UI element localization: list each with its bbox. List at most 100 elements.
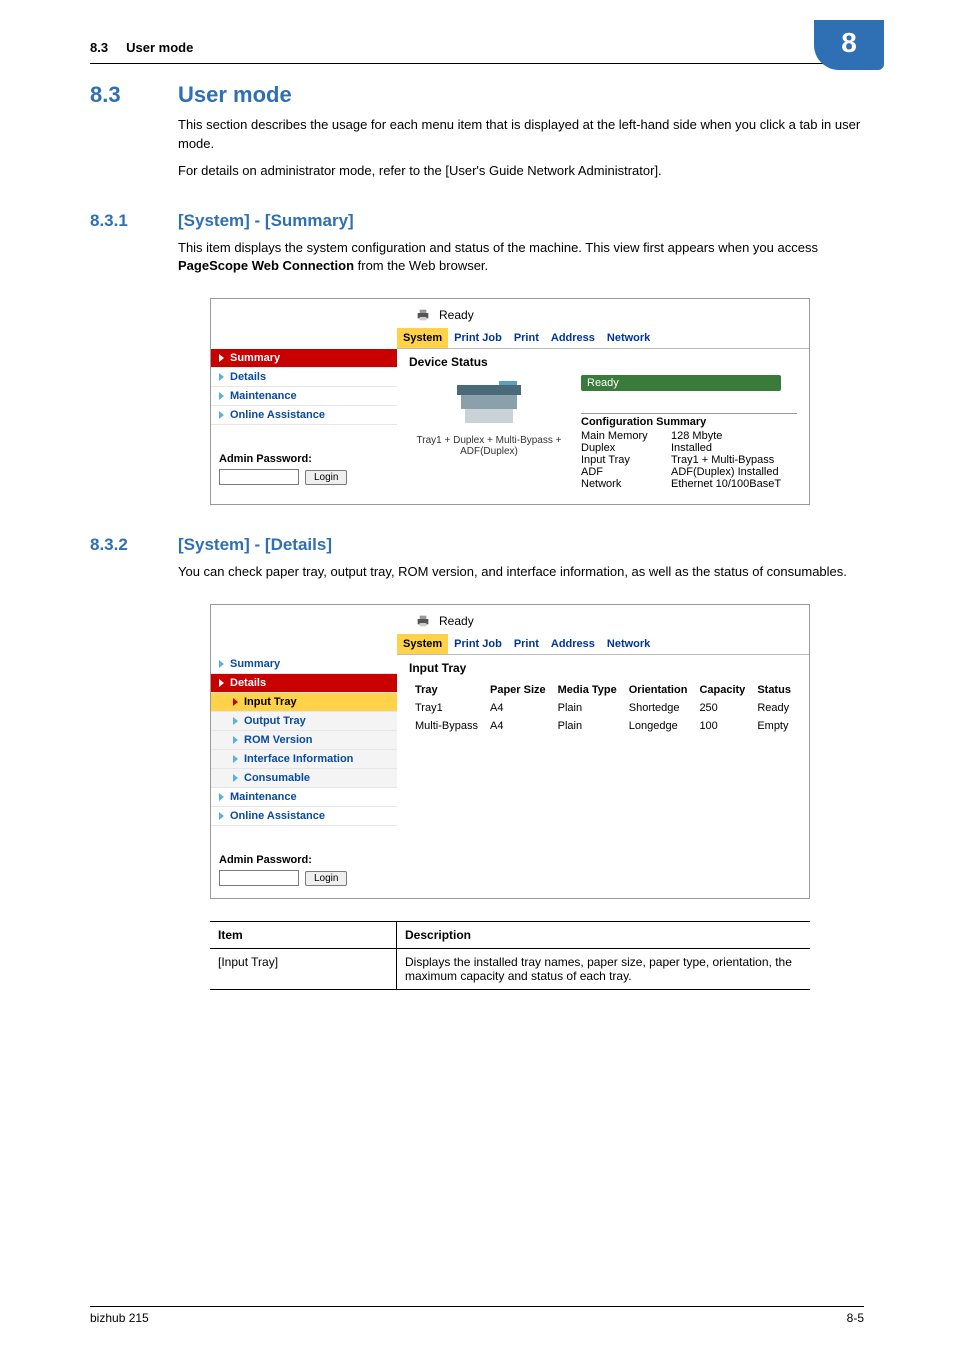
th-description: Description: [397, 922, 811, 949]
sidebar-item-output-tray[interactable]: Output Tray: [211, 712, 397, 731]
tab-network[interactable]: Network: [601, 634, 656, 654]
cell-media-type: Plain: [552, 699, 623, 717]
chevron-right-icon: [219, 660, 224, 668]
sidebar-item-label: Interface Information: [244, 753, 353, 765]
conf-key: ADF: [581, 466, 671, 478]
input-tray-table: Tray Paper Size Media Type Orientation C…: [409, 681, 797, 735]
cell-item: [Input Tray]: [210, 949, 397, 990]
paragraph: For details on administrator mode, refer…: [178, 162, 864, 181]
chevron-right-icon: [233, 755, 238, 763]
h3-number: 8.3.1: [90, 211, 150, 231]
conf-value: 128 Mbyte: [671, 430, 722, 442]
tab-print-job[interactable]: Print Job: [448, 328, 508, 348]
screenshot-summary: Ready System Print Job Print Address Net…: [210, 298, 810, 505]
sidebar-item-label: Online Assistance: [230, 409, 325, 421]
cell-capacity: 250: [693, 699, 751, 717]
admin-password-input[interactable]: [219, 870, 299, 886]
conf-value: ADF(Duplex) Installed: [671, 466, 779, 478]
cell-capacity: 100: [693, 717, 751, 735]
item-description-table: Item Description [Input Tray] Displays t…: [210, 921, 810, 990]
sidebar-item-online-assistance[interactable]: Online Assistance: [211, 406, 397, 425]
cell-tray: Tray1: [409, 699, 484, 717]
divider: [90, 63, 864, 64]
sidebar-item-summary[interactable]: Summary: [211, 655, 397, 674]
cell-tray: Multi-Bypass: [409, 717, 484, 735]
cell-orientation: Longedge: [623, 717, 694, 735]
th-media-type: Media Type: [552, 681, 623, 699]
sidebar-item-interface-information[interactable]: Interface Information: [211, 750, 397, 769]
chevron-right-icon: [233, 698, 238, 706]
chevron-right-icon: [219, 411, 224, 419]
sidebar-item-online-assistance[interactable]: Online Assistance: [211, 807, 397, 826]
sidebar-item-maintenance[interactable]: Maintenance: [211, 387, 397, 406]
printer-icon: [415, 613, 431, 629]
conf-value: Ethernet 10/100BaseT: [671, 478, 781, 490]
sidebar-item-label: Maintenance: [230, 791, 297, 803]
sidebar-item-label: Input Tray: [244, 696, 297, 708]
chapter-number: 8: [841, 27, 857, 59]
chevron-right-icon: [219, 392, 224, 400]
sidebar-item-label: Online Assistance: [230, 810, 325, 822]
table-row: Multi-Bypass A4 Plain Longedge 100 Empty: [409, 717, 797, 735]
breadcrumb-section-name: User mode: [126, 40, 193, 55]
admin-password-input[interactable]: [219, 469, 299, 485]
th-item: Item: [210, 922, 397, 949]
table-row: Tray1 A4 Plain Shortedge 250 Ready: [409, 699, 797, 717]
admin-password-label: Admin Password:: [219, 453, 389, 465]
footer-page: 8-5: [847, 1311, 864, 1325]
breadcrumb-section-no: 8.3: [90, 40, 108, 55]
device-caption-line1: Tray1 + Duplex + Multi-Bypass +: [409, 435, 569, 446]
h2-number: 8.3: [90, 82, 150, 108]
paragraph: You can check paper tray, output tray, R…: [178, 563, 864, 582]
tab-address[interactable]: Address: [545, 328, 601, 348]
paragraph: This section describes the usage for eac…: [178, 116, 864, 154]
sidebar-item-label: Details: [230, 371, 266, 383]
sidebar-item-input-tray[interactable]: Input Tray: [211, 693, 397, 712]
tab-print[interactable]: Print: [508, 328, 545, 348]
conf-key: Main Memory: [581, 430, 671, 442]
cell-orientation: Shortedge: [623, 699, 694, 717]
chevron-right-icon: [219, 793, 224, 801]
sidebar-item-summary[interactable]: Summary: [211, 349, 397, 368]
chevron-right-icon: [219, 812, 224, 820]
th-capacity: Capacity: [693, 681, 751, 699]
printer-icon: [415, 307, 431, 323]
sidebar-item-details[interactable]: Details: [211, 674, 397, 693]
tab-address[interactable]: Address: [545, 634, 601, 654]
login-button[interactable]: Login: [305, 871, 347, 886]
tab-network[interactable]: Network: [601, 328, 656, 348]
sidebar-item-label: Details: [230, 677, 266, 689]
sidebar-item-maintenance[interactable]: Maintenance: [211, 788, 397, 807]
tab-print[interactable]: Print: [508, 634, 545, 654]
chevron-right-icon: [219, 679, 224, 687]
tab-system[interactable]: System: [397, 328, 448, 348]
th-paper-size: Paper Size: [484, 681, 552, 699]
panel-title: Device Status: [409, 355, 797, 369]
conf-key: Duplex: [581, 442, 671, 454]
login-button[interactable]: Login: [305, 470, 347, 485]
sidebar-item-details[interactable]: Details: [211, 368, 397, 387]
device-caption-line2: ADF(Duplex): [409, 446, 569, 457]
sidebar-item-consumable[interactable]: Consumable: [211, 769, 397, 788]
mfp-device-icon: [409, 375, 569, 431]
chevron-right-icon: [233, 774, 238, 782]
chevron-right-icon: [233, 736, 238, 744]
th-status: Status: [751, 681, 797, 699]
chevron-right-icon: [233, 717, 238, 725]
tab-print-job[interactable]: Print Job: [448, 634, 508, 654]
h3-number: 8.3.2: [90, 535, 150, 555]
admin-password-label: Admin Password:: [219, 854, 389, 866]
conf-value: Tray1 + Multi-Bypass: [671, 454, 774, 466]
conf-key: Input Tray: [581, 454, 671, 466]
h3-title: [System] - [Summary]: [178, 211, 354, 231]
ready-banner: Ready: [581, 375, 781, 391]
tab-system[interactable]: System: [397, 634, 448, 654]
h3-title: [System] - [Details]: [178, 535, 332, 555]
footer-model: bizhub 215: [90, 1311, 149, 1325]
device-status-text: Ready: [439, 614, 474, 628]
sidebar-item-label: Maintenance: [230, 390, 297, 402]
screenshot-details: Ready System Print Job Print Address Net…: [210, 604, 810, 899]
sidebar-item-rom-version[interactable]: ROM Version: [211, 731, 397, 750]
sidebar-item-label: Summary: [230, 658, 280, 670]
paragraph: This item displays the system configurat…: [178, 239, 864, 277]
